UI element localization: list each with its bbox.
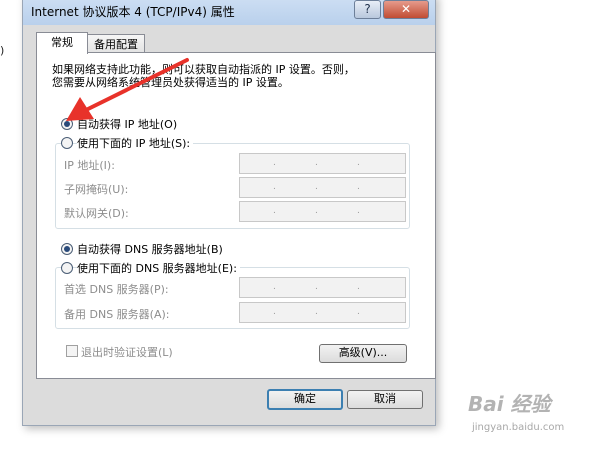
annotation-arrow-icon bbox=[66, 58, 189, 121]
watermark-logo: Bai 经验 bbox=[468, 392, 551, 416]
annotation-arrow-shaft bbox=[84, 58, 189, 112]
tab-general[interactable]: 常规 bbox=[36, 32, 88, 54]
screen: { "background": { "stray_text": ")" }, "… bbox=[0, 0, 611, 452]
watermark: Bai 经验 jingyan.baidu.com bbox=[468, 388, 608, 448]
watermark-url: jingyan.baidu.com bbox=[472, 422, 565, 433]
